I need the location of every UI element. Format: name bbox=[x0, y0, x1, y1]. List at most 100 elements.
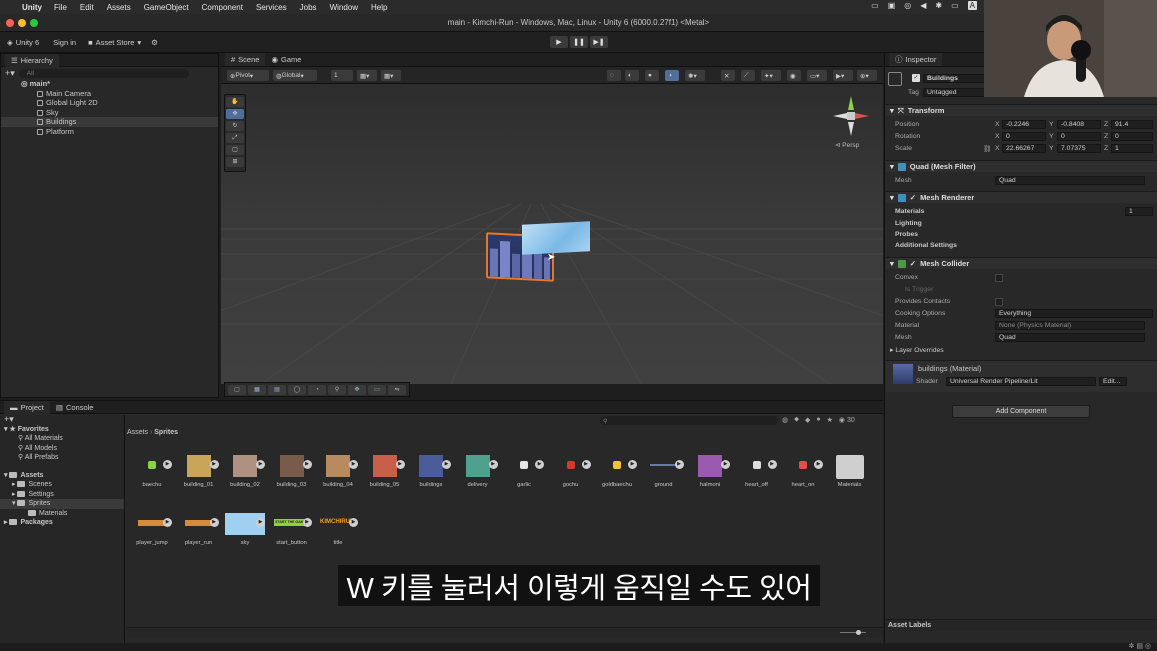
rotation-z-field[interactable]: 0 bbox=[1111, 132, 1153, 141]
tab-game[interactable]: ◉ Game bbox=[265, 53, 307, 66]
tag-dropdown[interactable]: Untagged bbox=[923, 88, 993, 97]
transform-header[interactable]: ▾ ⤧ Transform bbox=[886, 104, 1157, 116]
scale-x-field[interactable]: 22.66267 bbox=[1002, 144, 1046, 153]
provides-contacts-checkbox[interactable] bbox=[995, 298, 1003, 306]
hierarchy-search-input[interactable]: All bbox=[18, 68, 189, 78]
zoom-slider-track[interactable] bbox=[840, 632, 866, 633]
asset-delivery[interactable]: ▶ delivery bbox=[456, 451, 500, 488]
play-button[interactable]: ▶ bbox=[550, 36, 568, 48]
input-source-icon[interactable]: A bbox=[967, 1, 977, 10]
hierarchy-item-global-light[interactable]: Global Light 2D bbox=[1, 98, 218, 108]
expand-sprite-icon[interactable]: ▶ bbox=[209, 518, 219, 527]
assets-folder[interactable]: ▾ Assets bbox=[0, 471, 124, 481]
expand-sprite-icon[interactable]: ▶ bbox=[302, 460, 312, 469]
position-z-field[interactable]: 91.4 bbox=[1111, 120, 1153, 129]
flip-icon[interactable]: ⇋ bbox=[388, 384, 406, 395]
rotate-tool-icon[interactable]: ↻ bbox=[226, 121, 244, 131]
asset-heart-on[interactable]: ▶ heart_on bbox=[781, 451, 825, 488]
expand-sprite-icon[interactable]: ▶ bbox=[349, 518, 358, 527]
favorites-folder[interactable]: ▾ ★ Favorites bbox=[0, 425, 124, 435]
asset-building-03[interactable]: ▶ building_03 bbox=[270, 451, 314, 488]
create-asset-button[interactable]: +▾ bbox=[0, 414, 124, 425]
eraser-icon[interactable]: ▭ bbox=[368, 384, 386, 395]
filter-by-label-icon[interactable]: ⬥ bbox=[794, 416, 799, 424]
scale-tool-icon[interactable]: ⤢ bbox=[226, 133, 244, 143]
lighting-foldout[interactable]: Lighting bbox=[895, 220, 922, 227]
scale-z-field[interactable]: 1 bbox=[1111, 144, 1153, 153]
grid-snap-button[interactable]: ▦▾ bbox=[357, 70, 377, 81]
battery-icon[interactable]: ▭ bbox=[951, 1, 959, 10]
position-y-field[interactable]: -0.8408 bbox=[1057, 120, 1101, 129]
visibility-icon[interactable]: ✦▾ bbox=[761, 70, 781, 81]
asset-player-run[interactable]: ▶ player_run bbox=[177, 509, 221, 546]
convex-checkbox[interactable] bbox=[995, 274, 1003, 282]
camera-icon[interactable]: ▶▾ bbox=[833, 70, 853, 81]
hierarchy-item-sky[interactable]: Sky bbox=[1, 108, 218, 118]
transform-tool-icon[interactable]: ⊞ bbox=[226, 157, 244, 167]
asset-ground[interactable]: ▶ ground bbox=[642, 451, 686, 488]
expand-sprite-icon[interactable]: ▶ bbox=[442, 460, 451, 469]
folder-materials[interactable]: Materials bbox=[0, 509, 124, 519]
asset-player-jump[interactable]: ▶ player_jump bbox=[130, 509, 174, 546]
draw-mode-icon[interactable]: ◌ bbox=[607, 70, 621, 81]
breadcrumb-assets[interactable]: Assets bbox=[127, 429, 148, 436]
rect-select-icon[interactable]: ▢ bbox=[228, 384, 246, 395]
sign-in-button[interactable]: Sign in bbox=[53, 38, 76, 47]
expand-sprite-icon[interactable]: ▶ bbox=[674, 460, 684, 469]
menu-edit[interactable]: Edit bbox=[80, 3, 94, 12]
probes-foldout[interactable]: Probes bbox=[895, 231, 918, 238]
menu-assets[interactable]: Assets bbox=[107, 3, 131, 12]
audio-mute-icon[interactable]: ✕ bbox=[721, 70, 735, 81]
expand-sprite-icon[interactable]: ▶ bbox=[302, 518, 312, 527]
circle-tool-icon[interactable]: ◯ bbox=[288, 384, 306, 395]
enabled-check-icon[interactable]: ✓ bbox=[910, 259, 916, 268]
gizmos-icon[interactable]: ⊕▾ bbox=[857, 70, 877, 81]
hierarchy-item-platform[interactable]: Platform bbox=[1, 127, 218, 137]
hand-tool-icon[interactable]: ✋ bbox=[226, 97, 244, 107]
zoom-slider-thumb[interactable] bbox=[856, 630, 861, 635]
menu-app-name[interactable]: Unity bbox=[22, 3, 42, 12]
shader-dropdown[interactable]: Universal Render Pipeline/Lit bbox=[946, 377, 1096, 386]
asset-halmoni[interactable]: ▶ halmoni bbox=[688, 451, 732, 488]
shading-icon[interactable]: ◐ bbox=[625, 70, 639, 81]
tilemap-icon[interactable]: ▦ bbox=[248, 384, 266, 395]
pause-button[interactable]: ❚❚ bbox=[570, 36, 588, 48]
asset-heart-off[interactable]: ▶ heart_off bbox=[735, 451, 779, 488]
menu-file[interactable]: File bbox=[54, 3, 67, 12]
pivot-dropdown[interactable]: ⊕ Pivot ▾ bbox=[227, 70, 269, 81]
increment-snap-button[interactable]: ▦▾ bbox=[381, 70, 401, 81]
asset-start-button[interactable]: START THE GAME ▶ start_button bbox=[270, 509, 314, 546]
expand-sprite-icon[interactable]: ▶ bbox=[767, 460, 777, 469]
packages-folder[interactable]: ▸ Packages bbox=[0, 518, 124, 528]
mesh-renderer-header[interactable]: ▾ ✓ Mesh Renderer bbox=[886, 191, 1157, 203]
folder-scenes[interactable]: ▸ Scenes bbox=[0, 480, 124, 490]
menu-component[interactable]: Component bbox=[202, 3, 243, 12]
volume-icon[interactable]: ◀ bbox=[920, 1, 926, 10]
rotation-x-field[interactable]: 0 bbox=[1002, 132, 1046, 141]
expand-sprite-icon[interactable]: ▶ bbox=[209, 460, 219, 469]
hierarchy-item-buildings[interactable]: Buildings bbox=[1, 117, 218, 127]
expand-sprite-icon[interactable]: ▶ bbox=[535, 460, 544, 469]
add-icon[interactable]: +▾ bbox=[5, 68, 15, 79]
persp-label[interactable]: ⊲ Persp bbox=[835, 141, 859, 149]
asset-building-04[interactable]: ▶ building_04 bbox=[316, 451, 360, 488]
asset-buildings[interactable]: ▶ buildings bbox=[409, 451, 453, 488]
materials-foldout[interactable]: Materials bbox=[895, 208, 924, 215]
expand-sprite-icon[interactable]: ▶ bbox=[163, 518, 172, 527]
menu-gameobject[interactable]: GameObject bbox=[144, 3, 189, 12]
physics-material-field[interactable]: None (Physics Material) bbox=[995, 321, 1145, 330]
move-tool-icon[interactable]: ✥ bbox=[226, 109, 244, 119]
menu-window[interactable]: Window bbox=[330, 3, 358, 12]
expand-sprite-icon[interactable]: ▶ bbox=[256, 518, 265, 527]
rect-tool-icon[interactable]: ▢ bbox=[226, 145, 244, 155]
hierarchy-item-main-camera[interactable]: Main Camera bbox=[1, 89, 218, 99]
asset-sky[interactable]: ▶ sky bbox=[223, 509, 267, 546]
tag-icon[interactable]: ◆ bbox=[805, 416, 810, 424]
grid-size-field[interactable]: 1 bbox=[331, 70, 353, 81]
expand-sprite-icon[interactable]: ▶ bbox=[814, 460, 823, 469]
folder-settings[interactable]: ▸ Settings bbox=[0, 490, 124, 500]
asset-garlic[interactable]: ▶ garlic bbox=[502, 451, 546, 488]
screen-record-icon[interactable]: ▭ bbox=[871, 1, 879, 10]
additional-settings-foldout[interactable]: Additional Settings bbox=[895, 242, 957, 249]
scale-y-field[interactable]: 7.07375 bbox=[1057, 144, 1101, 153]
